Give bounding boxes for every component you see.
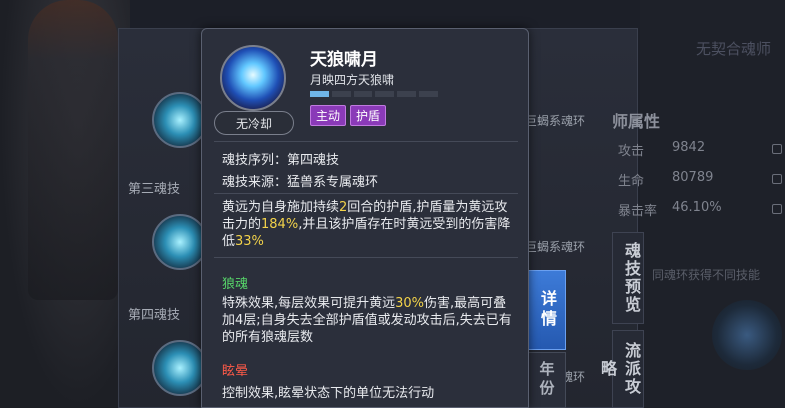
attr-label: 生命 (618, 174, 645, 189)
plus-icon[interactable] (772, 174, 782, 184)
skill-slot-label-3: 第三魂技 (128, 182, 181, 197)
level-segment (331, 91, 351, 97)
skill-slot-label-4: 第四魂技 (128, 308, 181, 323)
tag-active: 主动 (310, 105, 347, 126)
highlight-value: 33% (235, 234, 264, 249)
desc-text: 黄远为自身施加持续 (222, 200, 340, 215)
unbound-soul-master-label: 无契合魂师 (696, 40, 772, 58)
plus-icon[interactable] (772, 204, 782, 214)
level-segment (353, 91, 373, 97)
attr-row-attack: 攻击 9842 (618, 140, 705, 159)
plus-icon[interactable] (772, 144, 782, 154)
skill-description: 黄远为自身施加持续2回合的护盾,护盾量为黄远攻击力的184%,并且该护盾存在时黄… (222, 199, 518, 250)
skill-icon-wrap (220, 45, 286, 111)
divider (214, 257, 518, 258)
attr-value: 46.10% (672, 200, 722, 215)
decorative-emblem (712, 300, 782, 370)
attr-value: 9842 (672, 140, 706, 155)
effect-desc-wolf-soul: 特殊效果,每层效果可提升黄远30%伤害,最高可叠加4层;自身失去全部护盾值或发动… (222, 295, 518, 346)
attr-row-hp: 生命 80789 (618, 170, 713, 189)
skill-source: 魂技来源：猛兽系专属魂环 (222, 175, 379, 190)
attr-label: 攻击 (618, 144, 645, 159)
skill-subtitle: 月映四方天狼啸 (310, 73, 395, 87)
divider (214, 193, 518, 194)
skill-tooltip: 无冷却 天狼啸月 月映四方天狼啸 主动 护盾 魂技序列：第四魂技 魂技来源：猛兽… (201, 28, 529, 408)
highlight-value: 184% (261, 217, 299, 232)
effect-desc-stun: 控制效果,眩晕状态下的单位无法行动 (222, 386, 435, 401)
soul-skill-icon[interactable] (152, 340, 208, 396)
divider (214, 141, 518, 142)
tag-shield: 护盾 (350, 105, 387, 126)
effect-title-wolf-soul: 狼魂 (222, 277, 249, 292)
skill-sequence: 魂技序列：第四魂技 (222, 153, 340, 168)
level-segment (310, 91, 329, 97)
attr-row-crit: 暴击率 46.10% (618, 200, 722, 219)
wolf-moon-skill-icon (220, 45, 286, 111)
cooldown-badge: 无冷却 (214, 111, 294, 135)
tab-skill-preview[interactable]: 魂技预览 (612, 232, 644, 324)
skill-name: 天狼啸月 (310, 50, 378, 70)
skill-level-bar (310, 91, 438, 97)
level-segment (419, 91, 438, 97)
level-segment (397, 91, 417, 97)
tab-details[interactable]: 详情 (528, 270, 566, 350)
level-segment (375, 91, 395, 97)
hero-character-figure (28, 0, 118, 300)
highlight-value: 30% (395, 296, 425, 311)
tab-year[interactable]: 年份 (528, 352, 566, 408)
soul-skill-icon[interactable] (152, 214, 208, 270)
different-skill-hint: 同魂环获得不同技能 (652, 268, 761, 282)
attr-value: 80789 (672, 170, 714, 185)
skill-tags: 主动 护盾 (310, 105, 387, 126)
attributes-title: 师属性 (612, 112, 661, 131)
tab-strategy-guide[interactable]: 流派攻略 (598, 330, 644, 408)
ring-type-label: 巨蝎系魂环 (525, 240, 586, 254)
attr-label: 暴击率 (618, 204, 658, 219)
desc-text: 特殊效果,每层效果可提升黄远 (222, 296, 396, 311)
ring-type-label: 巨蝎系魂环 (525, 114, 586, 128)
soul-skill-icon[interactable] (152, 92, 208, 148)
effect-title-stun: 眩晕 (222, 364, 249, 379)
